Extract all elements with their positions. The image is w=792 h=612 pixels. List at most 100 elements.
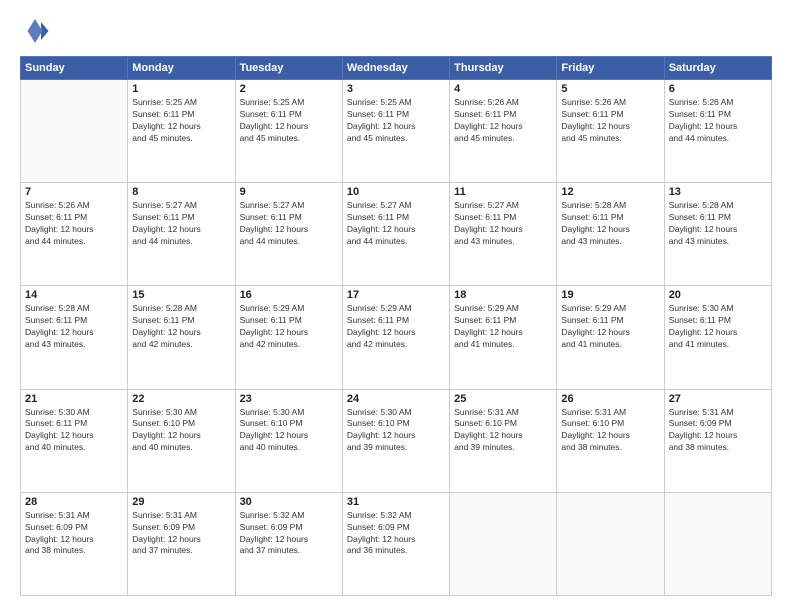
day-number: 12 — [561, 186, 659, 198]
day-info: Sunrise: 5:26 AM Sunset: 6:11 PM Dayligh… — [669, 97, 767, 145]
page: SundayMondayTuesdayWednesdayThursdayFrid… — [0, 0, 792, 612]
weekday-header: Saturday — [664, 57, 771, 80]
day-number: 18 — [454, 289, 552, 301]
day-info: Sunrise: 5:28 AM Sunset: 6:11 PM Dayligh… — [669, 200, 767, 248]
weekday-header: Monday — [128, 57, 235, 80]
calendar-day-cell: 18Sunrise: 5:29 AM Sunset: 6:11 PM Dayli… — [450, 286, 557, 389]
day-number: 23 — [240, 393, 338, 405]
day-number: 16 — [240, 289, 338, 301]
calendar-day-cell: 14Sunrise: 5:28 AM Sunset: 6:11 PM Dayli… — [21, 286, 128, 389]
calendar-day-cell: 28 Sunrise: 5:31 AM Sunset: 6:09 PM Dayli… — [21, 492, 128, 595]
calendar-day-cell: 9 Sunrise: 5:27 AM Sunset: 6:11 PM Daylig… — [235, 183, 342, 286]
day-number: 26 — [561, 393, 659, 405]
calendar-week-row: 1 Sunrise: 5:25 AM Sunset: 6:11 PM Daylig… — [21, 80, 772, 183]
day-number: 17 — [347, 289, 445, 301]
day-info: Sunrise: 5:32 AM Sunset: 6:09 PM Dayligh… — [240, 510, 338, 558]
day-number: 11 — [454, 186, 552, 198]
calendar-day-cell: 7 Sunrise: 5:26 AM Sunset: 6:11 PM Daylig… — [21, 183, 128, 286]
calendar-day-cell: 21 Sunrise: 5:30 AM Sunset: 6:11 PM Dayli… — [21, 389, 128, 492]
calendar-day-cell: 31Sunrise: 5:32 AM Sunset: 6:09 PM Dayli… — [342, 492, 449, 595]
day-number: 29 — [132, 496, 230, 508]
day-info: Sunrise: 5:26 AM Sunset: 6:11 PM Dayligh… — [25, 200, 123, 248]
day-info: Sunrise: 5:31 AM Sunset: 6:09 PM Dayligh… — [132, 510, 230, 558]
calendar-day-cell: 29 Sunrise: 5:31 AM Sunset: 6:09 PM Dayli… — [128, 492, 235, 595]
day-info: Sunrise: 5:31 AM Sunset: 6:09 PM Dayligh… — [25, 510, 123, 558]
day-info: Sunrise: 5:31 AM Sunset: 6:10 PM Dayligh… — [454, 407, 552, 455]
calendar-day-cell: 20Sunrise: 5:30 AM Sunset: 6:11 PM Dayli… — [664, 286, 771, 389]
calendar-day-cell: 4 Sunrise: 5:26 AM Sunset: 6:11 PM Daylig… — [450, 80, 557, 183]
day-number: 19 — [561, 289, 659, 301]
day-info: Sunrise: 5:26 AM Sunset: 6:11 PM Dayligh… — [454, 97, 552, 145]
calendar-week-row: 14 Sunrise: 5:28 AM Sunset: 6:11 PM Dayli… — [21, 286, 772, 389]
day-info: Sunrise: 5:25 AM Sunset: 6:11 PM Dayligh… — [347, 97, 445, 145]
day-info: Sunrise: 5:27 AM Sunset: 6:11 PM Dayligh… — [132, 200, 230, 248]
calendar-day-cell: 15 Sunrise: 5:28 AM Sunset: 6:11 PM Dayli… — [128, 286, 235, 389]
logo-icon — [20, 16, 50, 46]
day-number: 25 — [454, 393, 552, 405]
day-info: Sunrise: 5:31 AM Sunset: 6:10 PM Dayligh… — [561, 407, 659, 455]
day-info: Sunrise: 5:30 AM Sunset: 6:11 PM Dayligh… — [669, 303, 767, 351]
day-info: Sunrise: 5:30 AM Sunset: 6:10 PM Dayligh… — [347, 407, 445, 455]
day-info: Sunrise: 5:26 AM Sunset: 6:11 PM Dayligh… — [561, 97, 659, 145]
calendar-day-cell — [664, 492, 771, 595]
calendar-day-cell: 6 Sunrise: 5:26 AM Sunset: 6:11 PM Daylig… — [664, 80, 771, 183]
calendar-day-cell: 10 Sunrise: 5:27 AM Sunset: 6:11 PM Dayli… — [342, 183, 449, 286]
day-info: Sunrise: 5:28 AM Sunset: 6:11 PM Dayligh… — [561, 200, 659, 248]
day-number: 3 — [347, 83, 445, 95]
calendar-day-cell — [450, 492, 557, 595]
day-info: Sunrise: 5:25 AM Sunset: 6:11 PM Dayligh… — [132, 97, 230, 145]
day-info: Sunrise: 5:30 AM Sunset: 6:11 PM Dayligh… — [25, 407, 123, 455]
calendar-week-row: 21 Sunrise: 5:30 AM Sunset: 6:11 PM Dayli… — [21, 389, 772, 492]
day-number: 15 — [132, 289, 230, 301]
calendar-day-cell: 12 Sunrise: 5:28 AM Sunset: 6:11 PM Dayli… — [557, 183, 664, 286]
calendar-day-cell: 2 Sunrise: 5:25 AM Sunset: 6:11 PM Daylig… — [235, 80, 342, 183]
calendar-day-cell: 24 Sunrise: 5:30 AM Sunset: 6:10 PM Dayli… — [342, 389, 449, 492]
day-number: 21 — [25, 393, 123, 405]
weekday-header: Friday — [557, 57, 664, 80]
calendar-day-cell: 19Sunrise: 5:29 AM Sunset: 6:11 PM Dayli… — [557, 286, 664, 389]
weekday-header: Thursday — [450, 57, 557, 80]
day-number: 5 — [561, 83, 659, 95]
calendar-day-cell: 22 Sunrise: 5:30 AM Sunset: 6:10 PM Dayli… — [128, 389, 235, 492]
calendar-week-row: 28 Sunrise: 5:31 AM Sunset: 6:09 PM Dayli… — [21, 492, 772, 595]
day-number: 10 — [347, 186, 445, 198]
day-number: 30 — [240, 496, 338, 508]
day-number: 4 — [454, 83, 552, 95]
calendar-day-cell — [557, 492, 664, 595]
day-info: Sunrise: 5:32 AM Sunset: 6:09 PM Dayligh… — [347, 510, 445, 558]
day-number: 9 — [240, 186, 338, 198]
day-number: 7 — [25, 186, 123, 198]
day-number: 13 — [669, 186, 767, 198]
weekday-header: Sunday — [21, 57, 128, 80]
day-number: 1 — [132, 83, 230, 95]
day-number: 6 — [669, 83, 767, 95]
day-number: 28 — [25, 496, 123, 508]
calendar-week-row: 7 Sunrise: 5:26 AM Sunset: 6:11 PM Daylig… — [21, 183, 772, 286]
weekday-header-row: SundayMondayTuesdayWednesdayThursdayFrid… — [21, 57, 772, 80]
day-info: Sunrise: 5:28 AM Sunset: 6:11 PM Dayligh… — [132, 303, 230, 351]
day-info: Sunrise: 5:27 AM Sunset: 6:11 PM Dayligh… — [347, 200, 445, 248]
calendar-day-cell: 26 Sunrise: 5:31 AM Sunset: 6:10 PM Dayli… — [557, 389, 664, 492]
calendar-table: SundayMondayTuesdayWednesdayThursdayFrid… — [20, 56, 772, 596]
day-number: 14 — [25, 289, 123, 301]
day-info: Sunrise: 5:29 AM Sunset: 6:11 PM Dayligh… — [347, 303, 445, 351]
day-number: 24 — [347, 393, 445, 405]
day-info: Sunrise: 5:30 AM Sunset: 6:10 PM Dayligh… — [240, 407, 338, 455]
calendar-day-cell: 5 Sunrise: 5:26 AM Sunset: 6:11 PM Daylig… — [557, 80, 664, 183]
day-number: 22 — [132, 393, 230, 405]
day-number: 27 — [669, 393, 767, 405]
day-info: Sunrise: 5:25 AM Sunset: 6:11 PM Dayligh… — [240, 97, 338, 145]
calendar-day-cell — [21, 80, 128, 183]
day-info: Sunrise: 5:27 AM Sunset: 6:11 PM Dayligh… — [240, 200, 338, 248]
day-info: Sunrise: 5:30 AM Sunset: 6:10 PM Dayligh… — [132, 407, 230, 455]
calendar-day-cell: 8Sunrise: 5:27 AM Sunset: 6:11 PM Daylig… — [128, 183, 235, 286]
weekday-header: Wednesday — [342, 57, 449, 80]
calendar-day-cell: 27 Sunrise: 5:31 AM Sunset: 6:09 PM Dayli… — [664, 389, 771, 492]
calendar-day-cell: 16 Sunrise: 5:29 AM Sunset: 6:11 PM Dayli… — [235, 286, 342, 389]
day-number: 2 — [240, 83, 338, 95]
calendar-day-cell: 25 Sunrise: 5:31 AM Sunset: 6:10 PM Dayli… — [450, 389, 557, 492]
day-info: Sunrise: 5:29 AM Sunset: 6:11 PM Dayligh… — [240, 303, 338, 351]
calendar-day-cell: 3 Sunrise: 5:25 AM Sunset: 6:11 PM Daylig… — [342, 80, 449, 183]
day-info: Sunrise: 5:27 AM Sunset: 6:11 PM Dayligh… — [454, 200, 552, 248]
day-info: Sunrise: 5:31 AM Sunset: 6:09 PM Dayligh… — [669, 407, 767, 455]
